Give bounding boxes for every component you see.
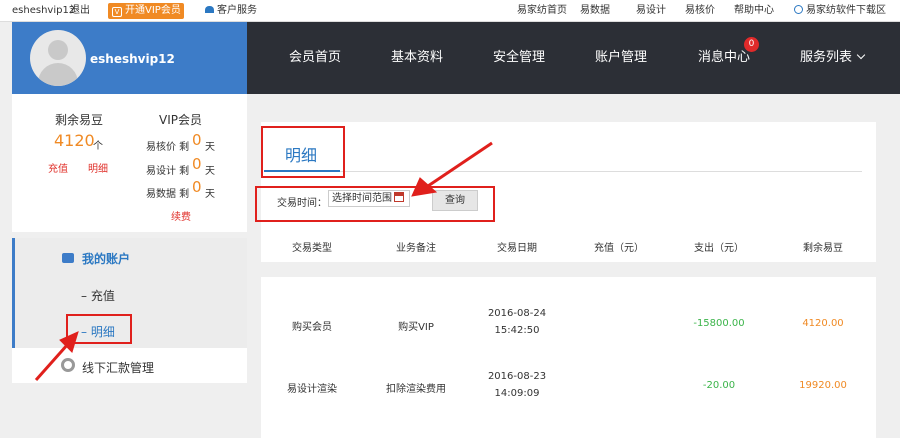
top-username: esheshvip12 [12,5,76,16]
top-link-home[interactable]: 易家纺首页 [517,0,567,22]
row-note: 扣除渲染费用 [386,384,446,395]
gear-icon [61,358,75,372]
beans-title: 剩余易豆 [55,113,104,127]
top-link-help[interactable]: 帮助中心 [734,0,774,22]
download-link[interactable]: 易家纺软件下载区 [794,0,886,22]
beans-value: 4120 [54,131,95,150]
customer-service-label: 客户服务 [217,5,257,16]
nav-services[interactable]: 服务列表 [800,22,866,94]
headset-icon [205,6,214,13]
vip-data-days: 0 [192,178,202,196]
col-recharge: 充值（元） [594,243,644,254]
annotation-box-menu-detail [66,314,132,344]
top-link-pricing[interactable]: 易核价 [685,0,715,22]
top-link-design[interactable]: 易设计 [636,0,666,22]
account-summary: 剩余易豆 4120 个 充值 明细 VIP会员 易核价 剩 0 天 易设计 剩 … [12,94,247,232]
sidebar-item-offline-remittance[interactable]: 线下汇款管理 [82,359,154,376]
user-panel: esheshvip12 [12,22,247,94]
row-time: 14:09:09 [494,388,540,399]
nav-account[interactable]: 账户管理 [595,22,647,94]
avatar-body-shape [38,63,78,86]
tab-divider [264,171,862,172]
transaction-table: 购买会员 购买VIP 2016-08-24 15:42:50 -15800.00… [261,277,876,438]
logout-link[interactable]: 退出 [70,0,90,22]
nav-member-home[interactable]: 会员首页 [289,22,341,94]
main-nav: 会员首页 基本资料 安全管理 账户管理 消息中心 服务列表 [247,22,900,94]
col-date: 交易日期 [497,243,537,254]
download-label: 易家纺软件下载区 [806,5,886,16]
user-name: esheshvip12 [90,52,175,66]
vip-data-label: 易数据 剩 [146,189,190,200]
row-time: 15:42:50 [494,325,540,336]
sidebar-item-recharge[interactable]: – 充值 [81,287,115,304]
vip-design-unit: 天 [205,166,215,177]
chevron-down-icon [856,50,866,60]
row-note: 购买VIP [398,322,434,333]
vip-design-label: 易设计 剩 [146,166,190,177]
beans-unit: 个 [93,141,103,152]
table-header: 交易类型 业务备注 交易日期 充值（元） 支出（元） 剩余易豆 [261,230,876,262]
detail-link[interactable]: 明细 [88,160,108,175]
col-balance: 剩余易豆 [803,243,843,254]
row-expense: -15800.00 [693,318,745,329]
open-vip-button[interactable]: V 开通VIP会员 [108,3,184,19]
annotation-box-filter [255,186,495,222]
vip-icon: V [112,7,122,17]
top-bar: esheshvip12 退出 V 开通VIP会员 客户服务 易家纺首页 易数据 易… [0,0,900,22]
top-link-data[interactable]: 易数据 [580,0,610,22]
sidebar-item-my-account[interactable]: 我的账户 [82,250,130,267]
col-expense: 支出（元） [694,243,744,254]
sidebar-menu: 我的账户 – 充值 – 明细 线下汇款管理 [12,238,247,383]
nav-basic-info[interactable]: 基本资料 [391,22,443,94]
col-note: 业务备注 [396,243,436,254]
renew-link[interactable]: 续费 [171,208,191,223]
vip-data-unit: 天 [205,189,215,200]
customer-service-link[interactable]: 客户服务 [205,0,257,22]
row-type: 易设计渲染 [287,384,337,395]
download-icon [794,5,803,14]
row-expense: -20.00 [702,380,736,391]
annotation-box-tab [261,126,345,178]
nav-security[interactable]: 安全管理 [493,22,545,94]
avatar[interactable] [30,30,86,86]
row-balance: 19920.00 [799,380,847,391]
row-balance: 4120.00 [802,318,844,329]
row-date: 2016-08-23 [487,371,547,382]
message-badge: 0 [744,37,759,52]
recharge-link[interactable]: 充值 [48,160,68,175]
vip-design-days: 0 [192,155,202,173]
vip-pricing-label: 易核价 剩 [146,142,190,153]
col-type: 交易类型 [292,243,332,254]
avatar-head-shape [48,40,68,60]
nav-services-label: 服务列表 [800,50,853,65]
vip-pricing-unit: 天 [205,142,215,153]
vip-pricing-days: 0 [192,131,202,149]
vip-title: VIP会员 [159,113,202,127]
nav-messages[interactable]: 消息中心 [698,22,750,94]
wallet-icon [62,253,74,263]
open-vip-label: 开通VIP会员 [125,5,181,16]
row-date: 2016-08-24 [487,308,547,319]
row-type: 购买会员 [292,322,332,333]
